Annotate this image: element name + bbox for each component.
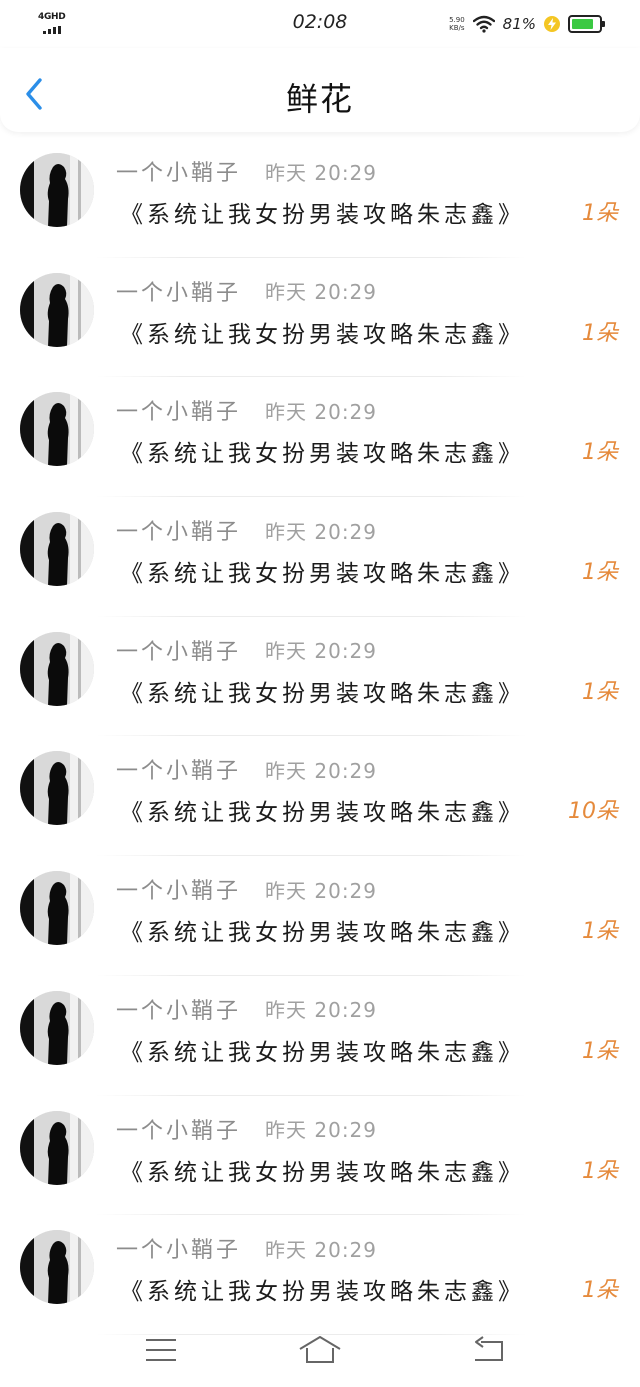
- list-item[interactable]: 一个小鞘子 昨天 20:29 《系统让我女扮男装攻略朱志鑫》 1朵: [0, 856, 640, 976]
- book-title[interactable]: 《系统让我女扮男装攻略朱志鑫》: [120, 434, 565, 468]
- user-name[interactable]: 一个小鞘子: [116, 155, 241, 187]
- page-title: 鲜花: [285, 80, 354, 118]
- battery-percentage: 81%: [502, 15, 536, 33]
- timestamp: 昨天 20:29: [265, 280, 378, 305]
- book-title[interactable]: 《系统让我女扮男装攻略朱志鑫》: [120, 195, 565, 229]
- network-speed: 5.90 KB/s: [449, 16, 465, 32]
- status-bar: 4GHD 02:08 5.90 KB/s 81%: [0, 0, 640, 48]
- list-item[interactable]: 一个小鞘子 昨天 20:29 《系统让我女扮男装攻略朱志鑫》 1朵: [0, 138, 640, 258]
- flower-count: 1朵: [582, 1278, 618, 1304]
- timestamp: 昨天 20:29: [265, 998, 378, 1023]
- user-name[interactable]: 一个小鞘子: [116, 1113, 241, 1145]
- home-button[interactable]: [298, 1330, 342, 1370]
- timestamp: 昨天 20:29: [265, 758, 378, 783]
- book-title[interactable]: 《系统让我女扮男装攻略朱志鑫》: [120, 1153, 565, 1187]
- list-item[interactable]: 一个小鞘子 昨天 20:29 《系统让我女扮男装攻略朱志鑫》 1朵: [0, 377, 640, 498]
- network-speed-unit: KB/s: [449, 24, 465, 32]
- book-title[interactable]: 《系统让我女扮男装攻略朱志鑫》: [120, 554, 565, 588]
- list-item[interactable]: 一个小鞘子 昨天 20:29 《系统让我女扮男装攻略朱志鑫》 10朵: [0, 736, 640, 857]
- book-title[interactable]: 《系统让我女扮男装攻略朱志鑫》: [120, 913, 565, 947]
- user-name[interactable]: 一个小鞘子: [116, 634, 241, 666]
- flower-count: 1朵: [582, 201, 618, 226]
- timestamp: 昨天 20:29: [265, 1237, 378, 1262]
- avatar[interactable]: [20, 272, 94, 347]
- timestamp: 昨天 20:29: [265, 878, 378, 903]
- avatar[interactable]: [20, 631, 94, 706]
- navigation-bar: [0, 1318, 640, 1387]
- user-name[interactable]: 一个小鞘子: [116, 1232, 241, 1264]
- user-name[interactable]: 一个小鞘子: [116, 275, 241, 307]
- battery-icon: [568, 15, 605, 33]
- avatar[interactable]: [20, 1230, 94, 1305]
- avatar[interactable]: [20, 751, 94, 826]
- book-title[interactable]: 《系统让我女扮男装攻略朱志鑫》: [120, 1033, 565, 1067]
- back-arrow-icon: [475, 1336, 503, 1361]
- user-name[interactable]: 一个小鞘子: [116, 873, 241, 905]
- flower-count: 1朵: [582, 440, 618, 466]
- menu-icon: [146, 1339, 176, 1361]
- avatar[interactable]: [20, 392, 94, 467]
- header: 鲜花: [0, 48, 640, 132]
- flower-count: 1朵: [582, 1038, 618, 1064]
- avatar[interactable]: [20, 871, 94, 946]
- avatar[interactable]: [20, 1110, 94, 1185]
- timestamp: 昨天 20:29: [265, 639, 378, 664]
- flower-count: 1朵: [582, 320, 618, 346]
- timestamp: 昨天 20:29: [265, 519, 378, 544]
- list-item[interactable]: 一个小鞘子 昨天 20:29 《系统让我女扮男装攻略朱志鑫》 1朵: [0, 1215, 640, 1335]
- list-item[interactable]: 一个小鞘子 昨天 20:29 《系统让我女扮男装攻略朱志鑫》 1朵: [0, 617, 640, 737]
- book-title[interactable]: 《系统让我女扮男装攻略朱志鑫》: [120, 674, 565, 708]
- book-title[interactable]: 《系统让我女扮男装攻略朱志鑫》: [120, 793, 565, 827]
- flower-count: 1朵: [582, 679, 618, 705]
- list-item[interactable]: 一个小鞘子 昨天 20:29 《系统让我女扮男装攻略朱志鑫》 1朵: [0, 258, 640, 378]
- avatar[interactable]: [20, 990, 94, 1065]
- timestamp: 昨天 20:29: [265, 160, 378, 185]
- menu-button[interactable]: [139, 1330, 183, 1370]
- back-nav-button[interactable]: [466, 1330, 510, 1370]
- list-item[interactable]: 一个小鞘子 昨天 20:29 《系统让我女扮男装攻略朱志鑫》 1朵: [0, 976, 640, 1096]
- user-name[interactable]: 一个小鞘子: [116, 394, 241, 426]
- list-item[interactable]: 一个小鞘子 昨天 20:29 《系统让我女扮男装攻略朱志鑫》 1朵: [0, 497, 640, 617]
- charging-icon: [544, 16, 560, 32]
- flower-count: 1朵: [582, 1158, 618, 1184]
- avatar[interactable]: [20, 512, 94, 587]
- book-title[interactable]: 《系统让我女扮男装攻略朱志鑫》: [120, 1272, 565, 1306]
- user-name[interactable]: 一个小鞘子: [116, 514, 241, 546]
- book-title[interactable]: 《系统让我女扮男装攻略朱志鑫》: [120, 315, 565, 349]
- user-name[interactable]: 一个小鞘子: [116, 993, 241, 1025]
- timestamp: 昨天 20:29: [265, 1118, 378, 1142]
- timestamp: 昨天 20:29: [265, 399, 378, 424]
- wifi-icon: [472, 15, 495, 33]
- flower-count: 1朵: [582, 560, 618, 586]
- flower-count: 1朵: [582, 919, 618, 945]
- network-speed-value: 5.90: [449, 16, 465, 24]
- flower-count: 10朵: [568, 799, 618, 825]
- home-icon: [299, 1336, 341, 1363]
- flower-record-list: 一个小鞘子 昨天 20:29 《系统让我女扮男装攻略朱志鑫》 1朵 一个小鞘子 …: [0, 138, 640, 1335]
- avatar[interactable]: [20, 153, 94, 227]
- list-item[interactable]: 一个小鞘子 昨天 20:29 《系统让我女扮男装攻略朱志鑫》 1朵: [0, 1096, 640, 1216]
- user-name[interactable]: 一个小鞘子: [116, 753, 241, 785]
- battery-level: [572, 19, 594, 29]
